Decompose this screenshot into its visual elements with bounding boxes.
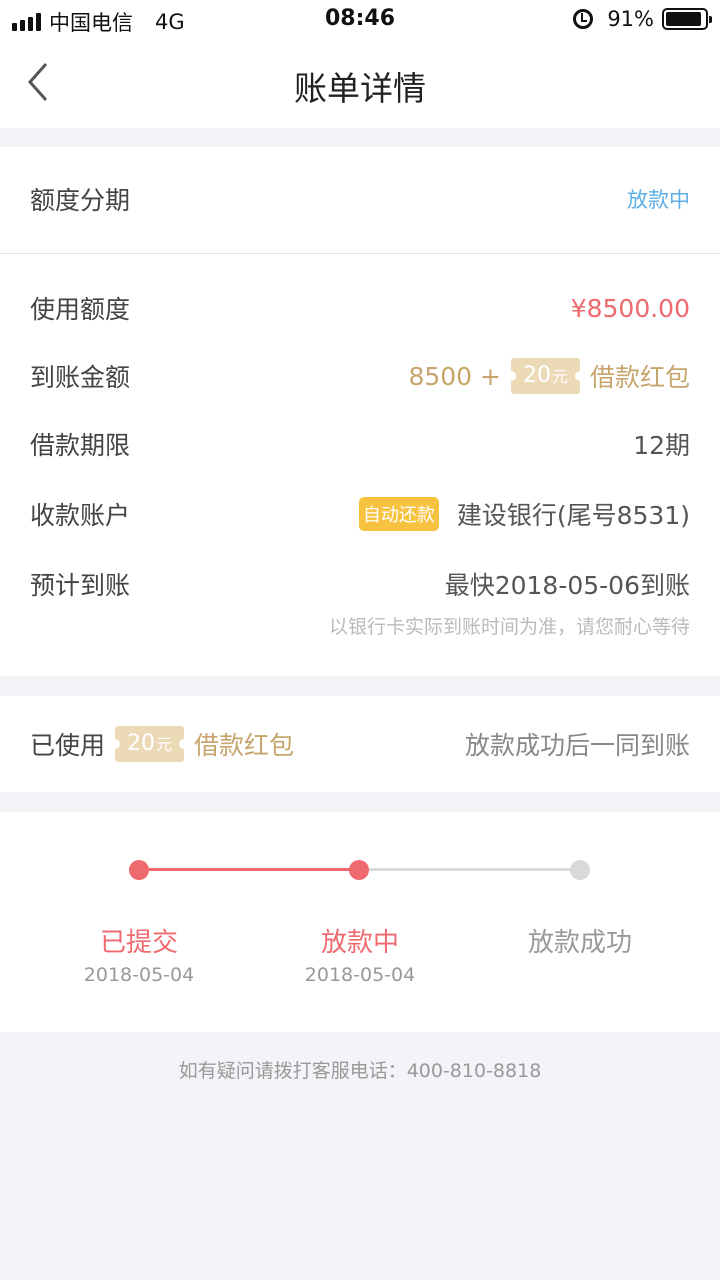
battery-icon <box>662 8 712 30</box>
coupon-name: 借款红包 <box>589 363 690 392</box>
eta-label: 预计到账 <box>30 571 131 600</box>
details-card: 使用额度 ¥8500.00 到账金额 8500 + 20 元 借款红包 借款期限 … <box>0 254 720 676</box>
term-value: 12期 <box>633 431 690 460</box>
battery-percent: 91% <box>607 7 654 31</box>
progress-tracker: 已提交 放款中 放款成功 2018-05-04 2018-05-04 <box>0 812 720 1032</box>
step-dot-disbursing <box>349 860 369 880</box>
step-date-disbursing: 2018-05-04 <box>304 964 416 986</box>
step-dot-submitted <box>129 860 149 880</box>
account-row: 收款账户 自动还款 建设银行(尾号8531) <box>30 494 690 534</box>
step-label-disbursing: 放款中 <box>320 928 399 958</box>
summary-card: 额度分期 放款中 <box>0 147 720 253</box>
progress-line-pending <box>369 868 571 871</box>
eta-row: 预计到账 最快2018-05-06到账 <box>30 564 690 604</box>
coupon-ticket: 20 元 <box>110 726 190 762</box>
account-label: 收款账户 <box>30 501 131 530</box>
status-badge: 放款中 <box>627 188 690 212</box>
summary-label: 额度分期 <box>30 186 131 215</box>
coupon-card: 已使用 20 元 借款红包 放款成功后一同到账 <box>0 696 720 792</box>
coupon-name: 借款红包 <box>194 731 295 760</box>
step-date-submitted: 2018-05-04 <box>83 964 195 986</box>
eta-hint: 以银行卡实际到账时间为准，请您耐心等待 <box>328 616 690 638</box>
step-dot-success <box>570 860 590 880</box>
progress-line-done <box>149 868 351 871</box>
used-credit-label: 使用额度 <box>30 295 131 324</box>
account-value: 建设银行(尾号8531) <box>456 501 690 530</box>
coupon-used-label: 已使用 <box>30 731 106 760</box>
customer-service-note[interactable]: 如有疑问请拨打客服电话：400-810-8818 <box>0 1056 720 1083</box>
coupon-note: 放款成功后一同到账 <box>464 731 690 760</box>
eta-value: 最快2018-05-06到账 <box>444 571 690 600</box>
used-credit-row: 使用额度 ¥8500.00 <box>30 288 690 328</box>
step-label-submitted: 已提交 <box>99 928 178 958</box>
step-label-success: 放款成功 <box>527 928 632 958</box>
nav-bar: 账单详情 <box>0 40 720 128</box>
auto-repay-tag: 自动还款 <box>358 497 439 531</box>
received-amount-label: 到账金额 <box>30 363 131 392</box>
coupon-ticket: 20 元 <box>505 358 586 394</box>
alarm-icon <box>573 9 594 29</box>
used-credit-value: ¥8500.00 <box>570 293 690 323</box>
page-title: 账单详情 <box>294 69 426 108</box>
received-amount-base: 8500 + <box>408 361 501 391</box>
received-amount-row: 到账金额 8500 + 20 元 借款红包 <box>30 356 690 396</box>
term-label: 借款期限 <box>30 431 131 460</box>
status-bar: 中国电信 4G 08:46 91% <box>0 0 720 40</box>
term-row: 借款期限 12期 <box>30 424 690 464</box>
